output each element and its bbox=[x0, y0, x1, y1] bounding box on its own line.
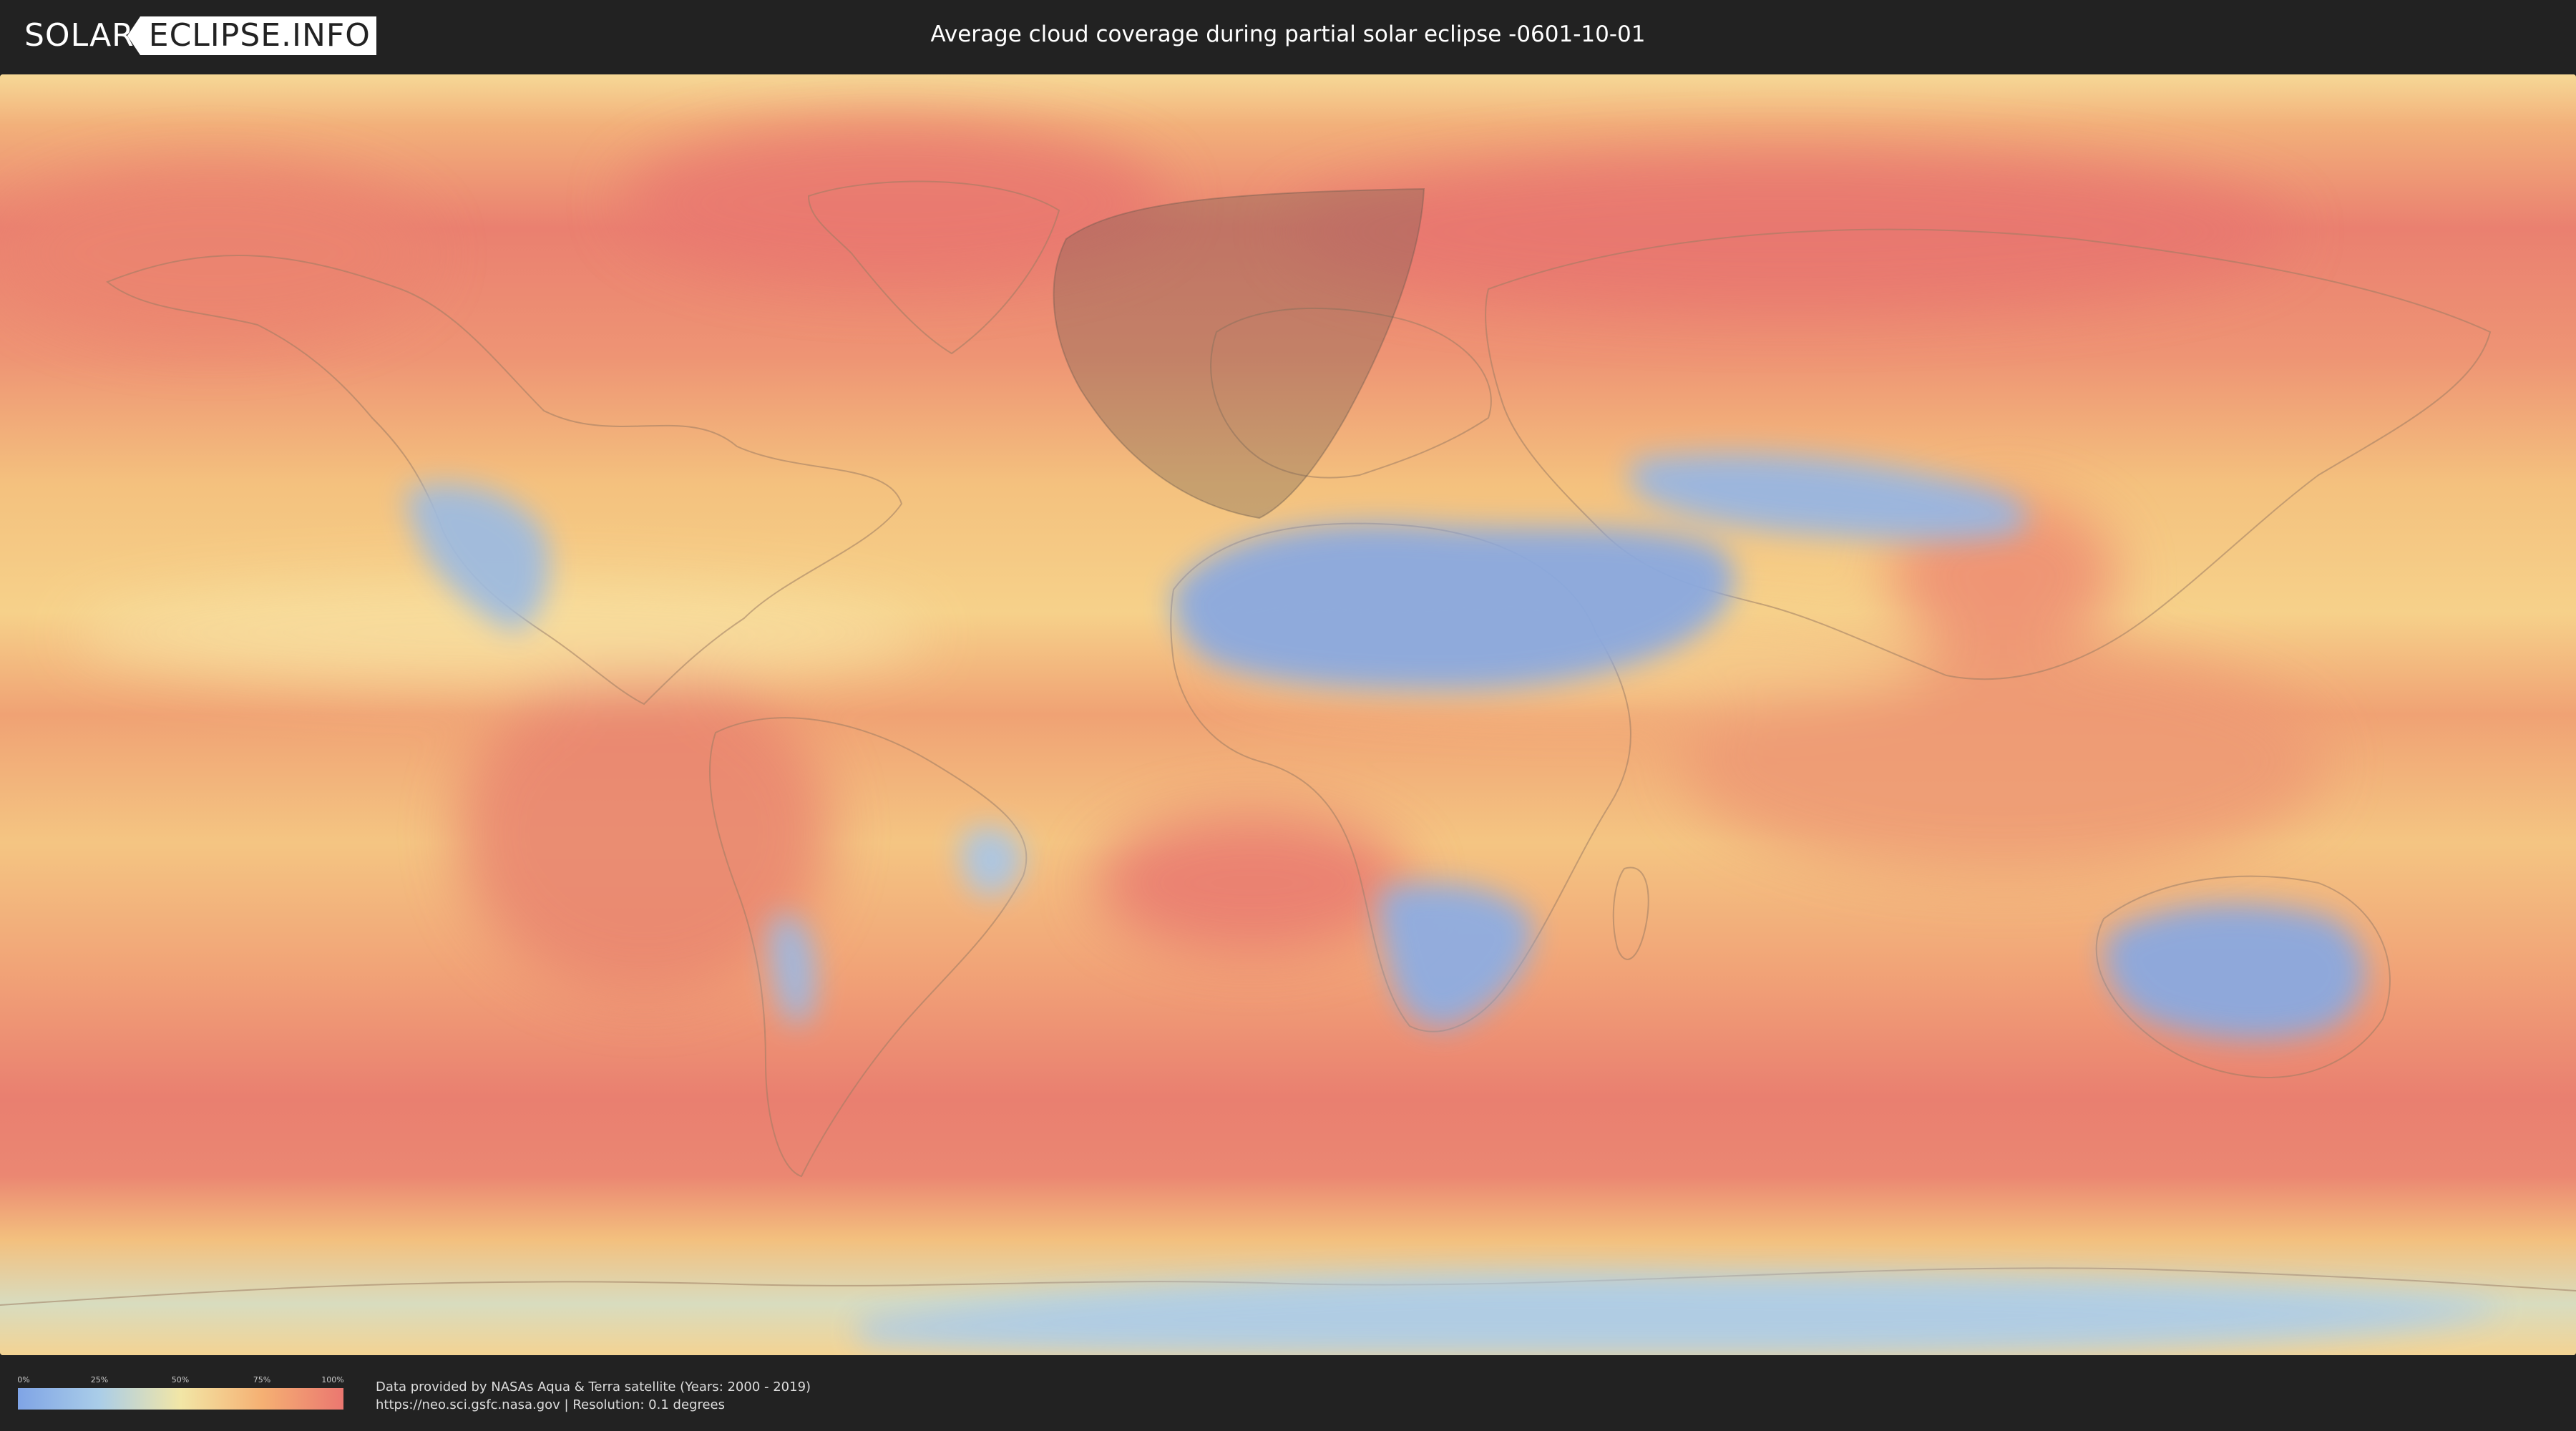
legend-tick-0: 0% bbox=[17, 1375, 30, 1384]
cloud-coverage-map[interactable] bbox=[0, 74, 2576, 1355]
footer: 0% 25% 50% 75% 100% Data provided by NAS… bbox=[0, 1358, 2576, 1431]
header: SOLAR ECLIPSE.INFO Average cloud coverag… bbox=[0, 0, 2576, 72]
world-map-svg bbox=[0, 74, 2576, 1355]
data-credits: Data provided by NASAs Aqua & Terra sate… bbox=[376, 1378, 811, 1414]
page: SOLAR ECLIPSE.INFO Average cloud coverag… bbox=[0, 0, 2576, 1431]
legend-tick-100: 100% bbox=[321, 1375, 344, 1384]
legend-tick-25: 25% bbox=[90, 1375, 109, 1384]
legend-color-bar bbox=[18, 1388, 343, 1410]
credits-line-url[interactable]: https://neo.sci.gsfc.nasa.gov | Resoluti… bbox=[376, 1396, 811, 1414]
credits-line-source: Data provided by NASAs Aqua & Terra sate… bbox=[376, 1379, 811, 1395]
legend-tick-50: 50% bbox=[171, 1375, 190, 1384]
cloud-coverage-legend: 0% 25% 50% 75% 100% bbox=[17, 1375, 344, 1411]
legend-tick-75: 75% bbox=[253, 1375, 271, 1384]
page-title: Average cloud coverage during partial so… bbox=[930, 21, 1646, 47]
